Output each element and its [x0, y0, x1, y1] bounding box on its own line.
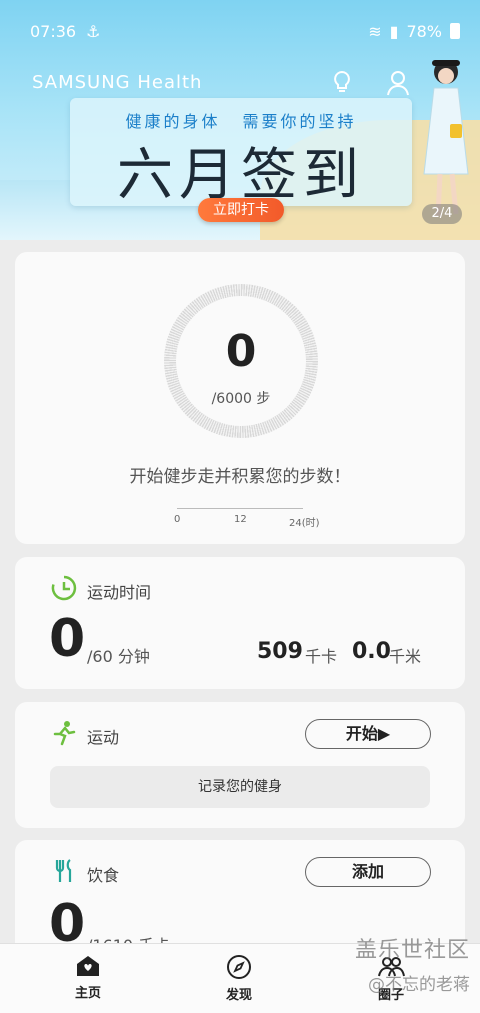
nav-home-label: 主页 — [74, 986, 101, 1001]
fork-knife-icon — [55, 859, 72, 882]
banner-subtitle: 健康的身体 需要你的坚持 — [125, 112, 357, 131]
distance-value: 0.0 — [352, 639, 391, 664]
axis-label-end: 24(时) — [289, 518, 320, 529]
exercise-title: 运动 — [87, 728, 120, 747]
status-bar: 07:36 ⚓ ≋ ▮ 78% — [30, 20, 460, 42]
exercise-time-card[interactable]: 运动时间 0 /60 分钟 509 千卡 0.0 千米 — [15, 557, 465, 689]
girl-illustration — [423, 60, 469, 217]
checkin-button[interactable]: 立即打卡 — [198, 198, 284, 222]
calories-value: 509 — [257, 639, 303, 664]
banner-card: 健康的身体 需要你的坚持 六月签到 — [70, 98, 412, 208]
steps-timeline-axis — [177, 508, 303, 509]
watermark-site: 盖乐世社区 — [354, 938, 470, 963]
food-title: 饮食 — [87, 866, 120, 885]
exercise-minutes-goal: /60 分钟 — [87, 647, 150, 666]
compass-icon — [227, 955, 251, 979]
calories-unit: 千卡 — [305, 647, 338, 666]
battery-level: 78% — [406, 21, 442, 41]
nav-discover-label: 发现 — [225, 988, 252, 1003]
status-time: 07:36 — [30, 21, 77, 41]
steps-card[interactable]: 0 /6000 步 开始健步走并积累您的步数！ 0 12 24(时) — [15, 252, 465, 544]
steps-count: 0 — [225, 326, 257, 377]
steps-ring-center: 0 /6000 步 — [176, 296, 306, 426]
exercise-minutes: 0 — [49, 609, 86, 669]
wifi-icon: ≋ — [368, 21, 382, 41]
start-exercise-button[interactable]: 开始▶ — [305, 719, 431, 749]
watermark: 盖乐世社区 @不忘的老蒋 — [330, 932, 470, 995]
promo-banner[interactable]: 07:36 ⚓ ≋ ▮ 78% SAMSUNG Health 健康的身体 需要你… — [0, 0, 480, 240]
clock-icon — [51, 575, 77, 601]
watermark-author: @不忘的老蒋 — [368, 975, 470, 995]
notification-icon: ⚓ — [86, 21, 101, 41]
steps-progress-ring: 0 /6000 步 — [164, 284, 318, 438]
exercise-time-title: 运动时间 — [87, 583, 152, 602]
axis-label-mid: 12 — [234, 514, 247, 525]
app-brand: SAMSUNG Health — [32, 72, 203, 93]
lightbulb-icon[interactable] — [330, 70, 354, 96]
home-icon — [77, 956, 99, 976]
steps-goal: /6000 步 — [211, 391, 271, 407]
add-food-button[interactable]: 添加 — [305, 857, 431, 887]
record-workout-button[interactable]: 记录您的健身 — [50, 766, 430, 808]
steps-message: 开始健步走并积累您的步数！ — [129, 467, 351, 487]
axis-label-start: 0 — [174, 514, 181, 525]
banner-pager: 2/4 — [422, 204, 462, 224]
nav-home[interactable]: 主页 — [48, 954, 128, 1001]
profile-icon[interactable] — [386, 70, 410, 96]
nav-discover[interactable]: 发现 — [199, 954, 279, 1003]
battery-icon — [450, 23, 460, 39]
exercise-card[interactable]: 运动 开始▶ 记录您的健身 — [15, 702, 465, 828]
signal-icon: ▮ — [389, 21, 399, 41]
distance-unit: 千米 — [389, 647, 422, 666]
running-icon — [53, 721, 76, 746]
